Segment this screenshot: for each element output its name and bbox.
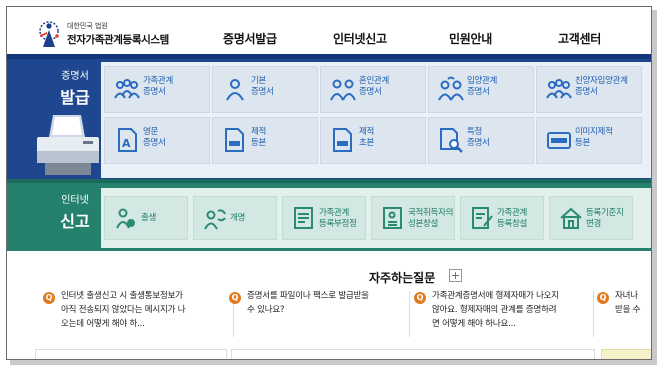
certificate-issue-label-line1: 증명서 xyxy=(61,71,89,82)
faq-item[interactable]: Q 증명서를 파일이나 팩스로 발급받을 수 있나요? xyxy=(229,289,409,345)
tile-label: 제적 등본 xyxy=(251,127,267,148)
logo-subtitle: 대한민국 법원 xyxy=(67,22,108,30)
house-icon xyxy=(560,207,582,229)
tile-label: 영문 증명서 xyxy=(143,127,166,148)
tile-removed-register-copy[interactable]: 제적 등본 xyxy=(212,117,318,164)
frame-shadow-right xyxy=(652,10,657,364)
tile-english-cert[interactable]: A 영문 증명서 xyxy=(104,117,210,164)
tile-family-register-correction[interactable]: 가족관계 등록부정정 xyxy=(282,196,366,240)
logo-title[interactable]: 전자가족관계등록시스템 xyxy=(67,32,169,47)
certificate-issue-band-top-strip xyxy=(7,54,651,59)
faq-question-text: 가족관계증명서에 형제자매가 나오지 않아요. 형제자매의 관계를 증명하려 면 어… xyxy=(432,291,559,329)
image-doc-icon xyxy=(547,132,571,149)
tile-label: 가족관계 등록창설 xyxy=(497,208,528,229)
faq-divider xyxy=(409,291,410,337)
online-report-label: 인터넷 신고 xyxy=(51,191,99,232)
online-report-band-top-strip xyxy=(7,179,651,183)
baby-icon xyxy=(116,208,135,229)
faq-title: 자주하는질문 xyxy=(369,271,436,285)
removed-doc-icon xyxy=(225,128,244,152)
tile-full-adoption-relation-cert[interactable]: 친양자입양관계 증명서 xyxy=(536,66,642,113)
tile-label: 친양자입양관계 증명서 xyxy=(575,76,628,97)
tile-label: 제적 초본 xyxy=(359,127,375,148)
faq-question-text: 인터넷 출생신고 시 출생통보정보가 아직 전송되지 않았다는 메시지가 나 오는데… xyxy=(61,291,186,329)
tile-label: 가족관계 증명서 xyxy=(143,76,174,97)
form-list-icon xyxy=(294,207,313,229)
tile-label: 출생 xyxy=(141,213,157,223)
id-card-icon xyxy=(383,207,402,229)
tile-registration-base-change[interactable]: 등록기준지 변경 xyxy=(549,196,633,240)
question-icon: Q xyxy=(43,292,55,304)
question-icon: Q xyxy=(597,292,609,304)
tile-label: 가족관계 등록부정정 xyxy=(319,208,357,229)
printer-icon xyxy=(37,115,99,175)
tile-image-removed-register-copy[interactable]: 이미지제적 등본 xyxy=(536,117,642,164)
bottom-panel-left xyxy=(35,349,227,359)
tile-marriage-relation-cert[interactable]: 혼인관계 증명서 xyxy=(320,66,426,113)
couple-icon xyxy=(330,79,356,101)
tile-label: 혼인관계 증명서 xyxy=(359,76,390,97)
tile-adoption-relation-cert[interactable]: 입양관계 증명서 xyxy=(428,66,534,113)
certificate-issue-label: 증명서 발급 xyxy=(51,67,99,108)
tile-label: 기본 증명서 xyxy=(251,76,274,97)
tile-removed-register-abstract[interactable]: 제적 초본 xyxy=(320,117,426,164)
removed-doc-icon xyxy=(333,128,352,152)
nav-civil-guide[interactable]: 민원안내 xyxy=(449,30,492,47)
adoption-icon xyxy=(438,76,464,101)
screenshot-frame: 대한민국 법원 전자가족관계등록시스템 증명서발급 인터넷신고 민원안내 고객센… xyxy=(0,0,660,368)
svg-text:A: A xyxy=(122,137,131,150)
english-doc-icon: A xyxy=(118,128,137,152)
tile-label: 입양관계 증명서 xyxy=(467,76,498,97)
bottom-panel-middle xyxy=(231,349,595,359)
page-viewport: 대한민국 법원 전자가족관계등록시스템 증명서발급 인터넷신고 민원안내 고객센… xyxy=(6,6,652,360)
faq-divider xyxy=(593,291,594,337)
certificate-issue-label-line2: 발급 xyxy=(60,88,90,107)
tile-label: 이미지제적 등본 xyxy=(575,127,613,148)
tile-family-register-creation[interactable]: 가족관계 등록창설 xyxy=(460,196,544,240)
bottom-panel-right xyxy=(601,349,651,359)
person-icon xyxy=(226,79,244,101)
faq-question-text: 자녀나 받을 수 xyxy=(615,291,641,315)
tile-birth-report[interactable]: 출생 xyxy=(104,196,188,240)
question-icon: Q xyxy=(414,292,426,304)
search-doc-icon xyxy=(440,128,463,153)
tile-naturalized-surname-creation[interactable]: 국적취득자의 성본창설 xyxy=(371,196,455,240)
faq-item[interactable]: Q 인터넷 출생신고 시 출생통보정보가 아직 전송되지 않았다는 메시지가 나오… xyxy=(43,289,233,345)
online-report-label-line2: 신고 xyxy=(60,212,90,231)
question-icon: Q xyxy=(229,292,241,304)
tile-name-change-report[interactable]: 개명 xyxy=(193,196,277,240)
faq-more-button[interactable]: + xyxy=(449,269,462,282)
nav-customer-center[interactable]: 고객센터 xyxy=(558,30,601,47)
tile-label: 특정 증명서 xyxy=(467,127,490,148)
form-edit-icon xyxy=(472,207,493,229)
tile-basic-cert[interactable]: 기본 증명서 xyxy=(212,66,318,113)
faq-item[interactable]: Q 자녀나 받을 수 xyxy=(597,289,651,345)
nav-certificate-issue[interactable]: 증명서발급 xyxy=(223,30,277,47)
faq-question-text: 증명서를 파일이나 팩스로 발급받을 수 있나요? xyxy=(247,291,369,315)
rename-icon xyxy=(204,209,226,230)
tile-label: 국적취득자의 성본창설 xyxy=(408,208,454,229)
tile-label: 등록기준지 변경 xyxy=(586,208,624,229)
frame-shadow-bottom xyxy=(10,360,657,365)
site-header: 대한민국 법원 전자가족관계등록시스템 증명서발급 인터넷신고 민원안내 고객센… xyxy=(7,7,651,53)
family-icon xyxy=(114,79,140,99)
online-report-label-line1: 인터넷 xyxy=(61,195,89,206)
tile-specific-cert[interactable]: 특정 증명서 xyxy=(428,117,534,164)
court-logo-icon[interactable] xyxy=(35,19,63,49)
tile-label: 개명 xyxy=(230,213,246,223)
faq-item[interactable]: Q 가족관계증명서에 형제자매가 나오지 않아요. 형제자매의 관계를 증명하려 면… xyxy=(414,289,594,345)
family-icon xyxy=(546,79,572,99)
nav-online-report[interactable]: 인터넷신고 xyxy=(333,30,387,47)
tile-family-relation-cert[interactable]: 가족관계 증명서 xyxy=(104,66,210,113)
